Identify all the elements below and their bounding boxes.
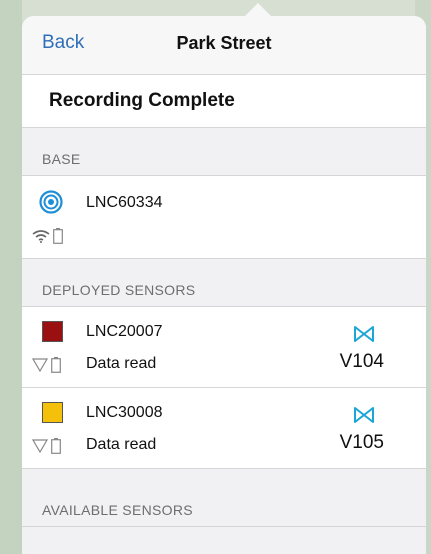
section-header-available-label: AVAILABLE SENSORS [42,502,193,518]
section-header-base-label: BASE [42,151,81,167]
sensor-status-icons [32,357,61,373]
section-header-available: AVAILABLE SENSORS [22,469,426,527]
sensor-name: LNC30008 [86,404,163,421]
navigation-bar: Back Park Street [22,16,426,75]
sensor-color-swatch [42,402,63,423]
signal-icon [32,439,48,453]
sensor-color-swatch [42,321,63,342]
map-edge-left [0,0,22,554]
base-station-row[interactable]: LNC60334 [22,176,426,259]
battery-icon [51,438,61,454]
page-title: Park Street [176,33,272,53]
sensor-popover: Back Park Street Recording Complete BASE… [22,16,426,554]
wifi-icon [32,230,50,243]
target-icon [39,190,63,214]
battery-icon [53,228,63,244]
recording-status: Recording Complete [22,75,426,128]
bowtie-icon [354,407,374,423]
recording-status-label: Recording Complete [49,90,235,111]
sensor-status-icons [32,438,61,454]
bowtie-icon [354,326,374,342]
sensor-code: V105 [339,432,384,453]
base-station-name: LNC60334 [86,194,163,211]
section-header-base: BASE [22,128,426,176]
base-status-icons [32,228,63,244]
section-header-deployed: DEPLOYED SENSORS [22,259,426,307]
sensor-row[interactable]: LNC30008 Data read V105 [22,388,426,469]
sensor-name: LNC20007 [86,323,163,340]
sensor-row[interactable]: LNC20007 Data read V104 [22,307,426,388]
sensor-code: V104 [339,351,384,372]
signal-icon [32,358,48,372]
sensor-status: Data read [86,436,157,453]
battery-icon [51,357,61,373]
popover-arrow [244,3,272,17]
section-header-deployed-label: DEPLOYED SENSORS [42,282,196,298]
sensor-status: Data read [86,355,157,372]
